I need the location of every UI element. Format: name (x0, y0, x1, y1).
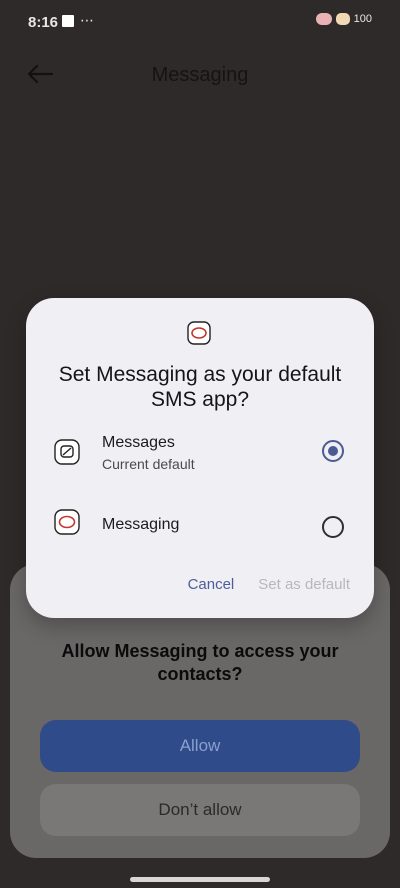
dont-allow-button[interactable]: Don’t allow (40, 784, 360, 836)
status-icons: 100 (315, 13, 372, 25)
messaging-app-icon (54, 509, 80, 535)
battery-level: 100 (353, 13, 372, 25)
status-time: 8:16 (28, 14, 59, 31)
notification-square-icon (62, 15, 74, 27)
option-messaging[interactable]: Messaging (54, 504, 344, 550)
option-label: Messages (102, 434, 175, 451)
status-cat-icon (335, 13, 350, 25)
option-sublabel: Current default (102, 456, 195, 472)
app-bar: Messaging (0, 52, 400, 96)
messages-app-icon (54, 439, 80, 465)
messaging-app-icon (187, 321, 211, 345)
permission-title: Allow Messaging to access your contacts? (61, 641, 339, 684)
status-bar: 8:16 ⋯ 100 (0, 0, 400, 44)
more-notifications-icon: ⋯ (80, 12, 95, 28)
allow-button[interactable]: Allow (40, 720, 360, 772)
set-as-default-button[interactable]: Set as default (258, 576, 350, 593)
page-title: Messaging (151, 64, 249, 86)
cancel-button[interactable]: Cancel (188, 576, 235, 593)
radio-messaging[interactable] (322, 516, 344, 538)
home-indicator[interactable] (130, 877, 270, 882)
dialog-title: Set Messaging as your default SMS app? (58, 363, 342, 411)
default-sms-dialog: Set Messaging as your default SMS app? M… (26, 298, 374, 618)
screen: 8:16 ⋯ 100 Messaging Allow Messaging to … (0, 0, 400, 888)
dialog-actions: Cancel Set as default (188, 576, 350, 593)
status-app-icon (315, 13, 332, 25)
option-messages[interactable]: Messages Current default (54, 434, 344, 480)
radio-messages[interactable] (322, 440, 344, 462)
option-label: Messaging (102, 516, 180, 533)
